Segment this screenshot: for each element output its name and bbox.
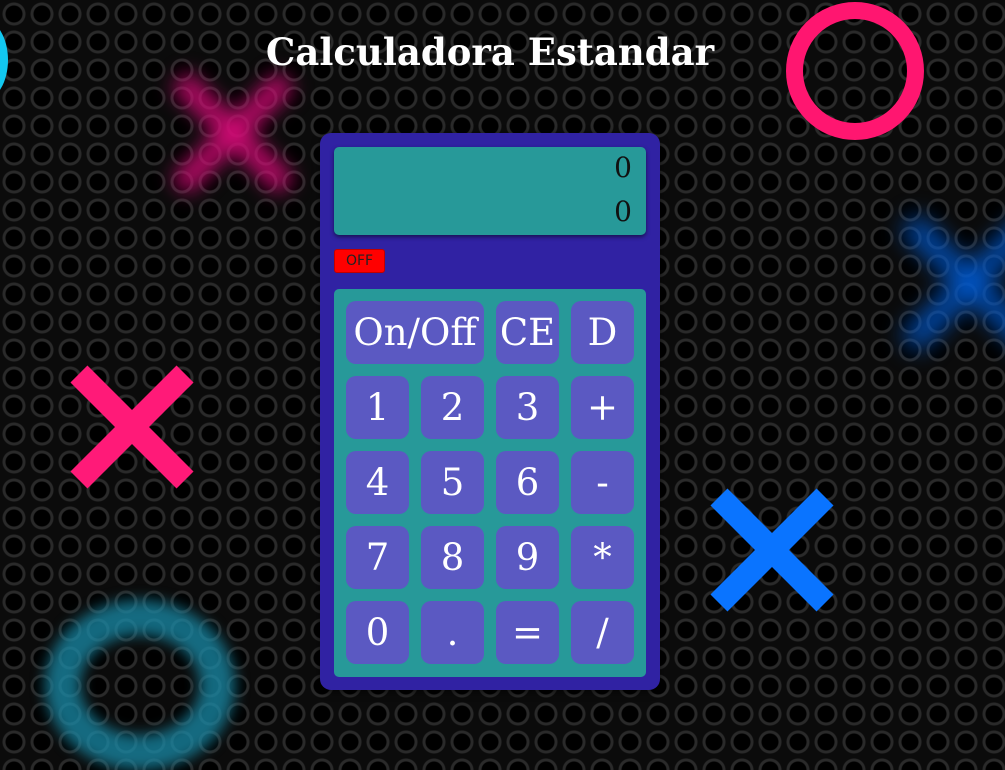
- on-off-button[interactable]: On/Off: [346, 301, 484, 364]
- blurred-blue-x-decoration: [885, 198, 1005, 368]
- clear-entry-button[interactable]: CE: [496, 301, 559, 364]
- blue-x-decoration: [697, 475, 847, 625]
- add-button[interactable]: +: [571, 376, 634, 439]
- multiply-button[interactable]: *: [571, 526, 634, 589]
- digit-4-button[interactable]: 4: [346, 451, 409, 514]
- digit-5-button[interactable]: 5: [421, 451, 484, 514]
- current-value: 0: [614, 195, 632, 228]
- calculator-display: 0 0: [334, 147, 646, 235]
- divide-button[interactable]: /: [571, 601, 634, 664]
- delete-button[interactable]: D: [571, 301, 634, 364]
- blurred-teal-ring-decoration: [45, 600, 235, 770]
- digit-0-button[interactable]: 0: [346, 601, 409, 664]
- blurred-magenta-x-decoration: [158, 58, 308, 208]
- page-title: Calculadora Estandar: [265, 30, 715, 74]
- digit-9-button[interactable]: 9: [496, 526, 559, 589]
- decimal-point-button[interactable]: .: [421, 601, 484, 664]
- power-status-indicator[interactable]: OFF: [334, 249, 385, 273]
- pink-x-decoration: [57, 352, 207, 502]
- digit-1-button[interactable]: 1: [346, 376, 409, 439]
- digit-6-button[interactable]: 6: [496, 451, 559, 514]
- digit-2-button[interactable]: 2: [421, 376, 484, 439]
- equals-button[interactable]: =: [496, 601, 559, 664]
- digit-7-button[interactable]: 7: [346, 526, 409, 589]
- keypad: On/Off CE D 1 2 3 + 4 5 6 - 7 8 9 * 0 . …: [334, 289, 646, 677]
- calculator: 0 0 OFF On/Off CE D 1 2 3 + 4 5 6 - 7 8 …: [320, 133, 660, 690]
- digit-3-button[interactable]: 3: [496, 376, 559, 439]
- subtract-button[interactable]: -: [571, 451, 634, 514]
- previous-value: 0: [614, 151, 632, 184]
- digit-8-button[interactable]: 8: [421, 526, 484, 589]
